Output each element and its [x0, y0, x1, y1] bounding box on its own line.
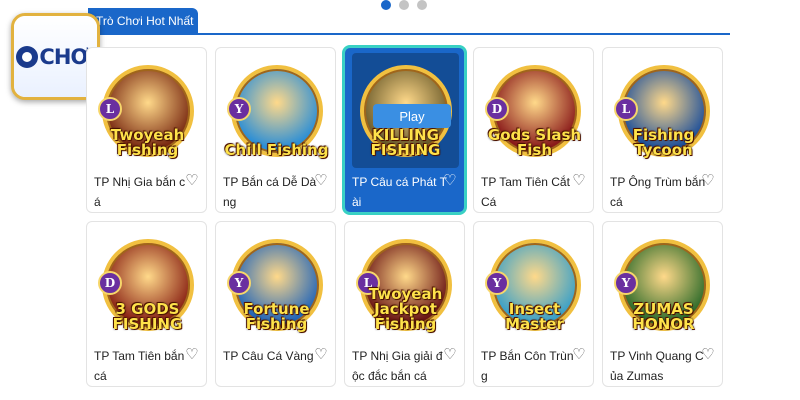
game-thumbnail[interactable]: KILLING FISHING Play [352, 53, 459, 168]
game-card[interactable]: D 3 GODS FISHING TP Tam Tiên bắn cá ♡ [86, 221, 207, 387]
game-title: TP Nhị Gia giải độc đắc bắn cá [352, 349, 443, 383]
game-thumbnail[interactable]: Y Chill Fishing [223, 53, 330, 168]
provider-emblem-icon: Y [485, 271, 509, 295]
game-thumbnail[interactable]: L Twoyeah Jackpot Fishing [352, 227, 459, 342]
game-card[interactable]: L Twoyeah Fishing TP Nhị Gia bắn cá ♡ [86, 47, 207, 213]
game-card[interactable]: Y Insect Master TP Bắn Côn Trùng ♡ [473, 221, 594, 387]
game-card[interactable]: Y ZUMAS HONOR TP Vinh Quang Của Zumas ♡ [602, 221, 723, 387]
game-card[interactable]: D Gods Slash Fish TP Tam Tiên Cắt Cá ♡ [473, 47, 594, 213]
heart-outline-icon[interactable]: ♡ [184, 346, 200, 364]
heart-outline-icon[interactable]: ♡ [442, 346, 458, 364]
heart-outline-icon[interactable]: ♡ [313, 346, 329, 364]
provider-emblem-icon: D [98, 271, 122, 295]
game-card[interactable]: Y Chill Fishing TP Bắn cá Dễ Dàng ♡ [215, 47, 336, 213]
game-title: TP Ông Trùm bắn cá [610, 175, 706, 209]
heart-outline-icon[interactable]: ♡ [700, 172, 716, 190]
brand-logo-mark: CHƠI [14, 16, 97, 97]
game-card[interactable]: KILLING FISHING Play TP Câu cá Phát Tài ♡ [344, 47, 465, 213]
game-logo-text: Twoyeah Jackpot Fishing [368, 285, 443, 333]
game-title: TP Tam Tiên Cắt Cá [481, 175, 570, 209]
tab-hot-games-label: Trò Chơi Hot Nhất [96, 14, 194, 28]
provider-emblem-icon: L [98, 97, 122, 121]
game-thumbnail[interactable]: L Fishing Tycoon [610, 53, 717, 168]
game-card[interactable]: L Twoyeah Jackpot Fishing TP Nhị Gia giải … [344, 221, 465, 387]
game-title: TP Vinh Quang Của Zumas [610, 349, 704, 383]
game-title: TP Câu Cá Vàng [223, 349, 314, 363]
section-tab-bar: Trò Chơi Hot Nhất [88, 8, 730, 35]
game-logo-text: Fortune Fishing [243, 300, 310, 333]
game-title: TP Câu cá Phát Tài [352, 175, 447, 209]
provider-emblem-icon: L [614, 97, 638, 121]
heart-outline-icon[interactable]: ♡ [571, 346, 587, 364]
provider-emblem-icon: D [485, 97, 509, 121]
game-thumbnail[interactable]: Y ZUMAS HONOR [610, 227, 717, 342]
heart-outline-icon[interactable]: ♡ [184, 172, 200, 190]
tab-hot-games[interactable]: Trò Chơi Hot Nhất [88, 8, 198, 35]
game-card[interactable]: Y Fortune Fishing TP Câu Cá Vàng ♡ [215, 221, 336, 387]
provider-emblem-icon: Y [227, 271, 251, 295]
game-thumbnail[interactable]: Y Insect Master [481, 227, 588, 342]
game-card[interactable]: L Fishing Tycoon TP Ông Trùm bắn cá ♡ [602, 47, 723, 213]
game-title: TP Nhị Gia bắn cá [94, 175, 186, 209]
provider-emblem-icon: Y [614, 271, 638, 295]
game-logo-text: Fishing Tycoon [632, 126, 695, 159]
provider-emblem-icon: Y [227, 97, 251, 121]
game-thumbnail[interactable]: L Twoyeah Fishing [94, 53, 201, 168]
game-thumbnail[interactable]: D 3 GODS FISHING [94, 227, 201, 342]
game-logo-text: Twoyeah Fishing [110, 126, 185, 159]
game-title: TP Bắn Côn Trùng [481, 349, 574, 383]
play-button[interactable]: Play [373, 104, 451, 128]
game-title: TP Bắn cá Dễ Dàng [223, 175, 317, 209]
game-thumbnail[interactable]: Y Fortune Fishing [223, 227, 330, 342]
game-thumbnail[interactable]: D Gods Slash Fish [481, 53, 588, 168]
game-logo-text: Insect Master [505, 300, 564, 333]
heart-outline-icon[interactable]: ♡ [442, 172, 458, 190]
game-logo-text: Gods Slash Fish [487, 126, 582, 159]
heart-outline-icon[interactable]: ♡ [571, 172, 587, 190]
soccer-ball-icon [16, 45, 39, 68]
game-logo-text: ZUMAS HONOR [632, 300, 695, 333]
game-title: TP Tam Tiên bắn cá [94, 349, 185, 383]
game-logo-text: 3 GODS FISHING [112, 300, 183, 333]
game-logo-text: KILLING FISHING [370, 126, 441, 159]
game-grid: L Twoyeah Fishing TP Nhị Gia bắn cá ♡ Y Chill… [86, 47, 731, 387]
heart-outline-icon[interactable]: ♡ [700, 346, 716, 364]
game-logo-text: Chill Fishing [224, 141, 329, 159]
heart-outline-icon[interactable]: ♡ [313, 172, 329, 190]
